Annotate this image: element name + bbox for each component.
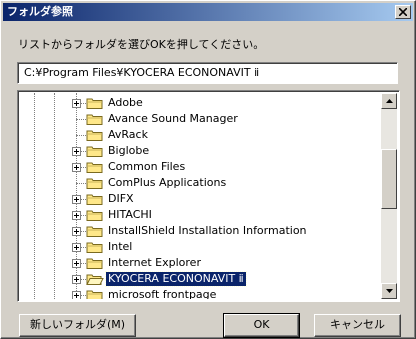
close-icon <box>399 8 407 16</box>
tree-item-label: microsoft frontpage <box>108 288 217 299</box>
tree-item[interactable]: AvRack <box>20 127 380 143</box>
expand-toggle[interactable] <box>72 291 81 299</box>
tree-item-label: DIFX <box>108 192 134 205</box>
selected-path-field[interactable]: C:¥Program Files¥KYOCERA ECONONAVIT ⅱ <box>17 62 398 84</box>
tree-item-label: ComPlus Applications <box>108 176 227 189</box>
tree-item[interactable]: Biglobe <box>20 143 380 159</box>
expand-toggle[interactable] <box>72 99 81 108</box>
tree-item[interactable]: Adobe <box>20 95 380 111</box>
tree-connector <box>76 135 86 136</box>
scroll-thumb[interactable] <box>381 149 397 209</box>
tree-item-label: HITACHI <box>108 208 152 221</box>
plus-icon <box>74 213 79 218</box>
folder-icon <box>86 160 104 174</box>
folder-icon <box>86 176 104 190</box>
tree-item-label: Biglobe <box>108 144 150 157</box>
folder-icon <box>86 192 104 206</box>
tree-connector <box>76 183 86 184</box>
folder-icon <box>86 144 104 158</box>
folder-icon <box>86 256 104 270</box>
expand-toggle[interactable] <box>72 275 81 284</box>
tree-item[interactable]: Common Files <box>20 159 380 175</box>
new-folder-button[interactable]: 新しいフォルダ(M) <box>19 314 136 337</box>
tree-item-label: InstallShield Installation Information <box>108 224 307 237</box>
tree-item-label: KYOCERA ECONONAVIT ⅱ <box>105 271 247 287</box>
tree-connector <box>76 119 86 120</box>
tree-item[interactable]: Intel <box>20 239 380 255</box>
cancel-button[interactable]: キャンセル <box>314 314 401 337</box>
tree-item[interactable]: ComPlus Applications <box>20 175 380 191</box>
plus-icon <box>74 165 79 170</box>
arrow-up-icon <box>386 99 393 103</box>
expand-toggle[interactable] <box>72 211 81 220</box>
tree-item[interactable]: DIFX <box>20 191 380 207</box>
folder-icon <box>86 112 104 126</box>
tree-item-label: Internet Explorer <box>108 256 201 269</box>
tree-item[interactable]: HITACHI <box>20 207 380 223</box>
expand-toggle[interactable] <box>72 259 81 268</box>
plus-icon <box>74 261 79 266</box>
vertical-scrollbar[interactable] <box>381 93 397 299</box>
tree-item-label: Adobe <box>108 96 143 109</box>
folder-icon <box>86 208 104 222</box>
scroll-up-button[interactable] <box>381 93 397 109</box>
plus-icon <box>74 245 79 250</box>
folder-browse-dialog: フォルダ参照 リストからフォルダを選びOKを押してください。 C:¥Progra… <box>0 0 416 339</box>
plus-icon <box>74 101 79 106</box>
folder-icon <box>86 96 104 110</box>
ok-button[interactable]: OK <box>223 313 300 338</box>
tree-item[interactable]: Avance Sound Manager <box>20 111 380 127</box>
tree-item-label: Avance Sound Manager <box>108 112 238 125</box>
scroll-down-button[interactable] <box>381 283 397 299</box>
plus-icon <box>74 277 79 282</box>
instruction-text: リストからフォルダを選びOKを押してください。 <box>18 38 265 51</box>
arrow-down-icon <box>386 289 393 293</box>
folder-icon <box>86 288 104 299</box>
folder-icon <box>86 240 104 254</box>
expand-toggle[interactable] <box>72 243 81 252</box>
title-bar[interactable]: フォルダ参照 <box>3 3 413 21</box>
tree-item-label: Intel <box>108 240 133 253</box>
folder-tree-viewport: Adobe Avance Sound Manager AvRack Biglobe Co… <box>20 93 381 299</box>
expand-toggle[interactable] <box>72 163 81 172</box>
folder-icon <box>86 224 104 238</box>
plus-icon <box>74 149 79 154</box>
plus-icon <box>74 229 79 234</box>
tree-item-label: AvRack <box>108 128 148 141</box>
plus-icon <box>74 197 79 202</box>
tree-item-label: Common Files <box>108 160 186 173</box>
folder-icon <box>86 128 104 142</box>
folder-tree[interactable]: Adobe Avance Sound Manager AvRack Biglobe Co… <box>17 90 400 302</box>
plus-icon <box>74 293 79 298</box>
window-title: フォルダ参照 <box>7 5 73 18</box>
tree-item[interactable]: InstallShield Installation Information <box>20 223 380 239</box>
expand-toggle[interactable] <box>72 195 81 204</box>
tree-item[interactable]: Internet Explorer <box>20 255 380 271</box>
tree-item[interactable]: KYOCERA ECONONAVIT ⅱ <box>20 271 380 287</box>
close-button[interactable] <box>395 5 411 19</box>
expand-toggle[interactable] <box>72 147 81 156</box>
expand-toggle[interactable] <box>72 227 81 236</box>
tree-item[interactable]: microsoft frontpage <box>20 287 380 299</box>
open-folder-icon <box>86 272 104 286</box>
